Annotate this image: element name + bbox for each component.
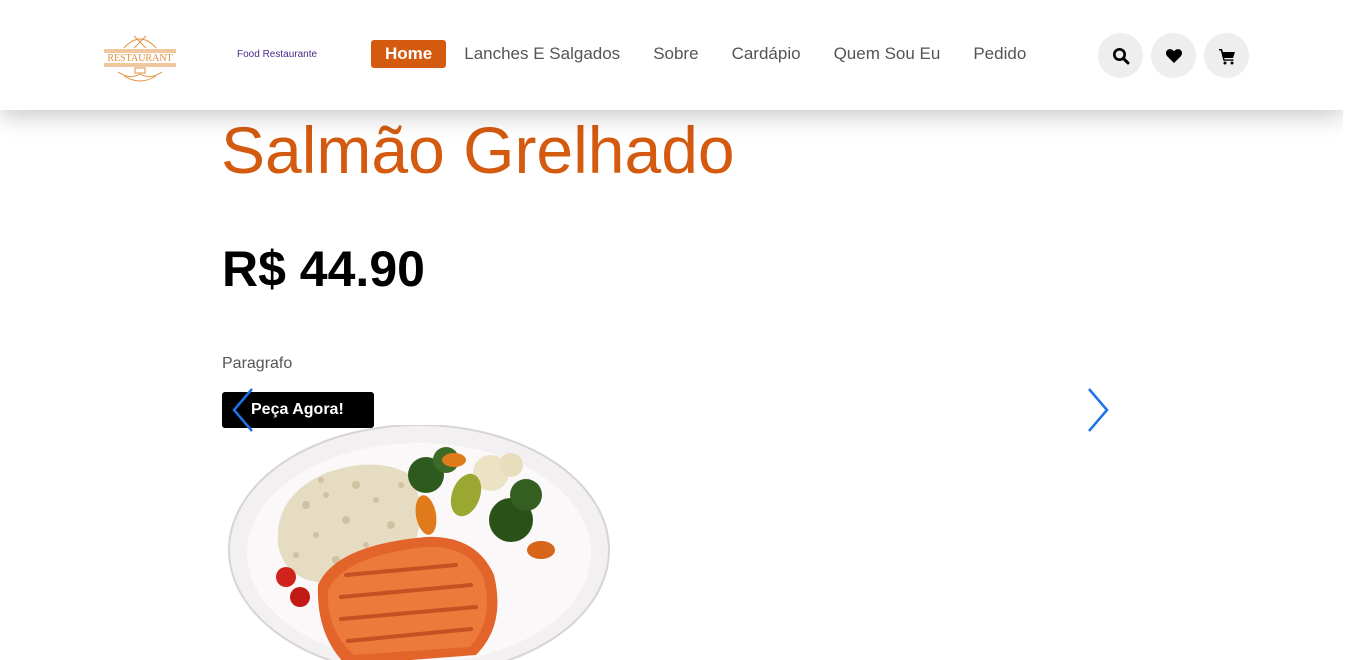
slide-title: Salmão Grelhado — [221, 113, 735, 187]
chevron-left-icon — [232, 388, 253, 432]
nav-item-pedido[interactable]: Pedido — [973, 40, 1026, 68]
chevron-right-icon — [1088, 388, 1109, 432]
main-nav: Home Lanches E Salgados Sobre Cardápio Q… — [371, 40, 1059, 68]
nav-item-home[interactable]: Home — [371, 40, 447, 68]
heart-icon — [1165, 48, 1182, 63]
header-actions — [1098, 33, 1257, 78]
restaurant-logo[interactable]: RESTAURANT — [100, 28, 180, 86]
brand-tagline: Food Restaurante — [237, 49, 318, 60]
nav-item-cardapio[interactable]: Cardápio — [732, 40, 801, 68]
carousel-next-button[interactable] — [1083, 385, 1113, 435]
slide-paragraph: Paragrafo — [222, 355, 293, 372]
site-header: RESTAURANT Food Restaurante Home Lanches… — [0, 0, 1343, 110]
grilled-salmon-image — [226, 424, 612, 660]
search-button[interactable] — [1098, 33, 1143, 78]
carousel-prev-button[interactable] — [228, 385, 258, 435]
nav-item-quem-sou-eu[interactable]: Quem Sou Eu — [834, 40, 941, 68]
nav-item-lanches-e-salgados[interactable]: Lanches E Salgados — [464, 40, 620, 68]
svg-text:RESTAURANT: RESTAURANT — [107, 53, 172, 64]
slide-price: R$ 44.90 — [222, 241, 425, 297]
page: RESTAURANT Food Restaurante Home Lanches… — [0, 0, 1343, 660]
favorites-button[interactable] — [1151, 33, 1196, 78]
search-icon — [1112, 47, 1129, 64]
nav-item-sobre[interactable]: Sobre — [653, 40, 698, 68]
cart-icon — [1218, 48, 1235, 64]
cart-button[interactable] — [1204, 33, 1249, 78]
